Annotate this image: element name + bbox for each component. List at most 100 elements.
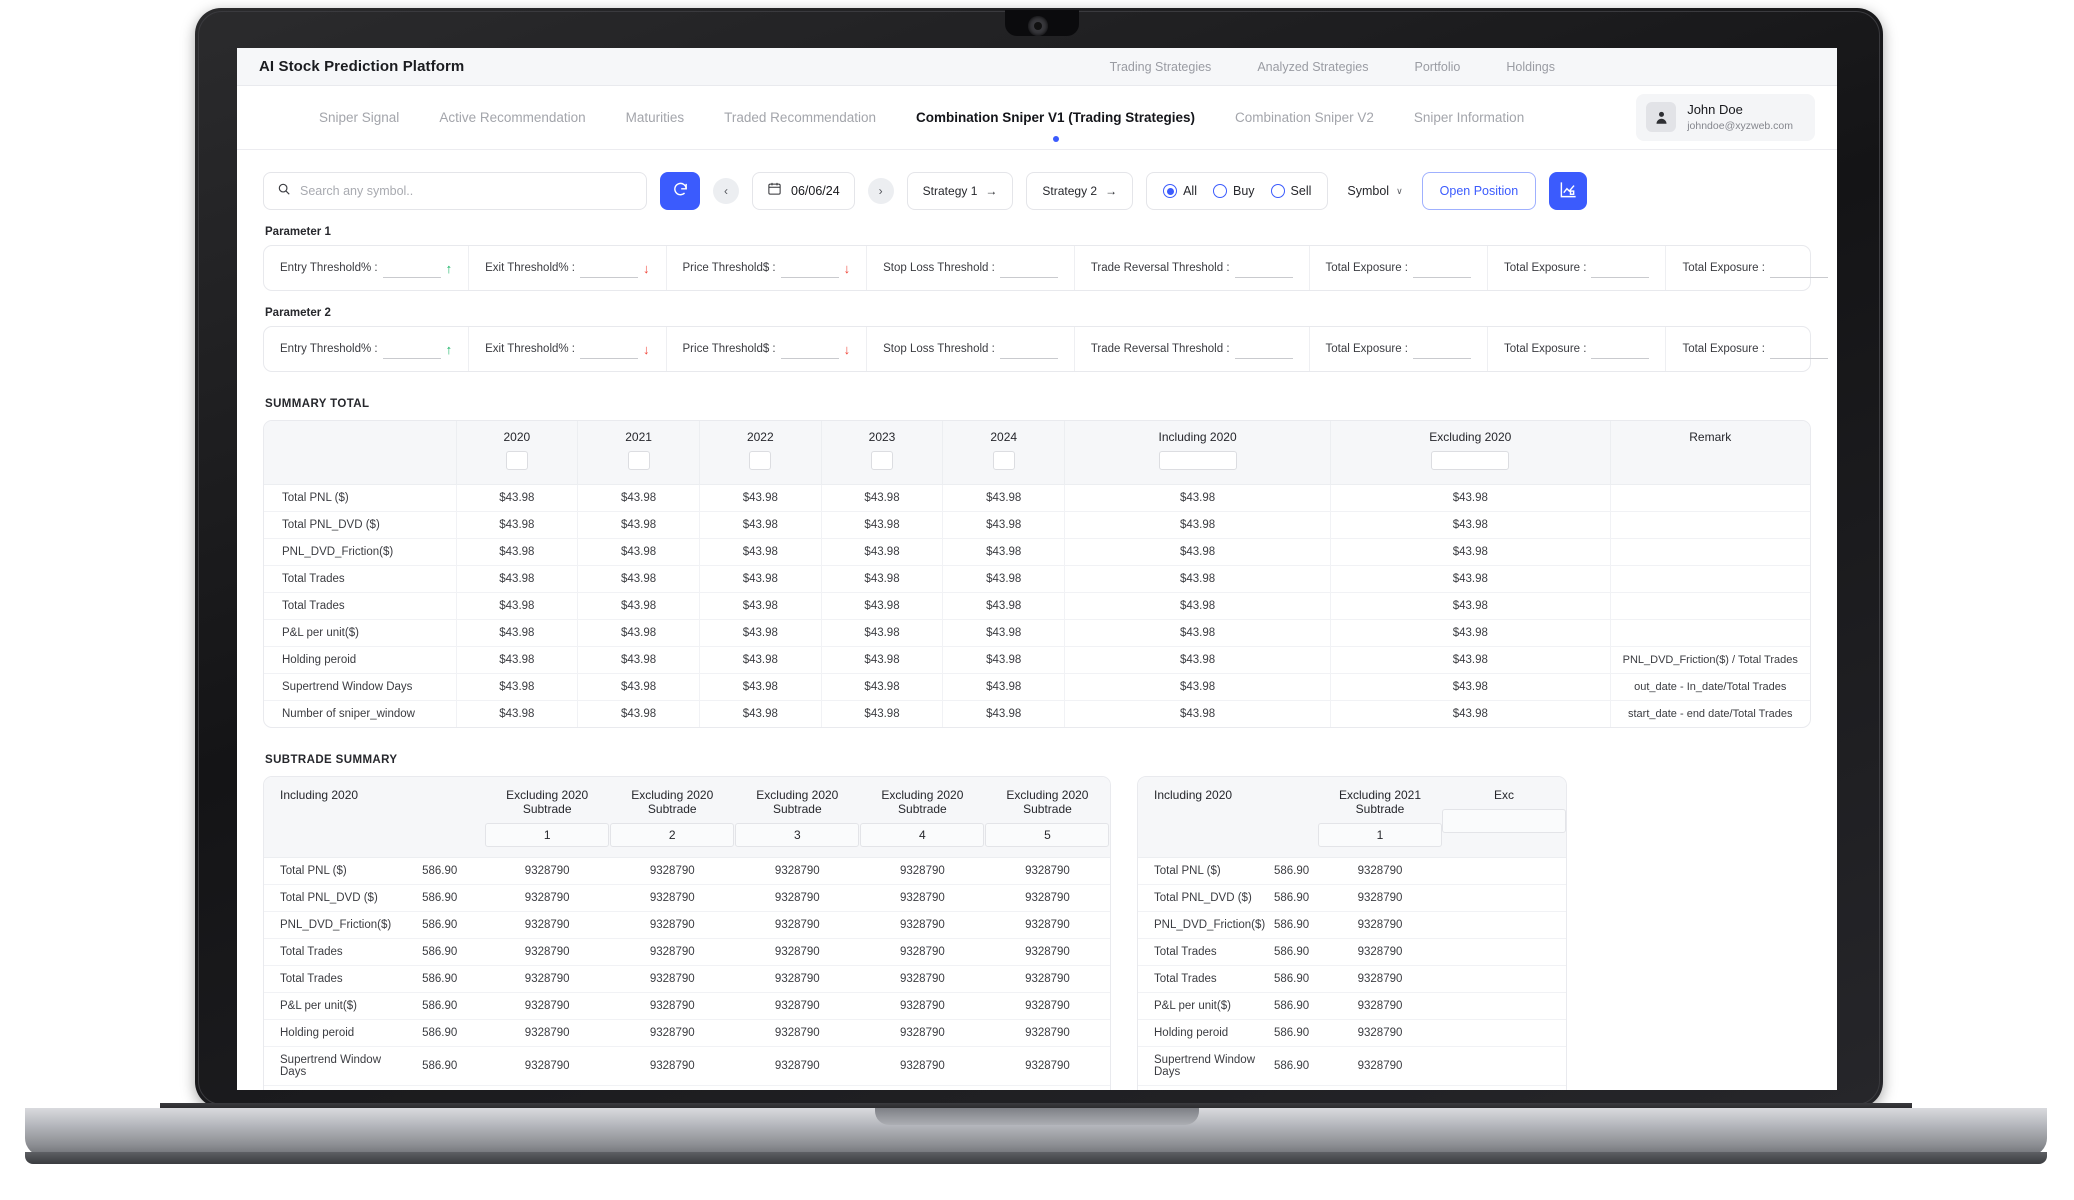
param1-total-exposure-1-input[interactable] (1412, 258, 1471, 278)
param2-total-exposure-1[interactable]: Total Exposure : (1310, 327, 1488, 371)
summary-cell: $43.98 (942, 484, 1066, 512)
subtrade-total-cell: 586.90 (1265, 911, 1318, 939)
param1-total-exposure-3-input[interactable] (1769, 258, 1828, 278)
summary-col-2020-checkbox[interactable] (505, 451, 528, 470)
search-input[interactable] (300, 184, 633, 198)
param2-total-exposure-3[interactable]: Total Exposure : (1666, 327, 1837, 371)
param1-price-threshold[interactable]: Price Threshold$ : ↓ (667, 246, 868, 290)
summary-cell: $43.98 (456, 673, 579, 701)
radio-buy[interactable]: Buy (1212, 184, 1255, 198)
param2-entry-threshold[interactable]: Entry Threshold% : ↑ (264, 327, 470, 371)
subtrade-1-col-5-numberbox[interactable]: 5 (985, 823, 1110, 847)
subtrade-2-col-1-numberbox[interactable]: 1 (1318, 823, 1442, 847)
strategy-2-button[interactable]: Strategy 2 → (1026, 172, 1134, 210)
param1-exit-threshold[interactable]: Exit Threshold% : ↓ (469, 246, 667, 290)
summary-col-2023-checkbox[interactable] (871, 451, 894, 470)
param2-total-exposure-1-input[interactable] (1412, 339, 1471, 359)
param1-total-exposure-2[interactable]: Total Exposure : (1488, 246, 1667, 290)
param2-trade-reversal-threshold-input[interactable] (1234, 339, 1293, 359)
user-profile[interactable]: John Doe johndoe@xyzweb.com (1636, 94, 1815, 141)
search-icon (277, 182, 291, 201)
next-date-button[interactable]: › (867, 178, 894, 204)
subtrade-cell: 9328790 (860, 1086, 985, 1091)
param1-total-exposure-1[interactable]: Total Exposure : (1310, 246, 1488, 290)
chart-view-button[interactable] (1549, 172, 1588, 210)
subtrade-head-1: Including 2020 Excluding 2020 Subtrade 1… (264, 777, 1110, 858)
tab-combination-sniper-v1[interactable]: Combination Sniper V1 (Trading Strategie… (914, 106, 1197, 142)
tab-combination-sniper-v2[interactable]: Combination Sniper V2 (1233, 106, 1376, 129)
tab-sniper-information[interactable]: Sniper Information (1412, 106, 1526, 129)
subtrade-1-col-3-numberbox[interactable]: 3 (735, 823, 860, 847)
summary-col-2022-checkbox[interactable] (749, 451, 772, 470)
table-row: Total PNL_DVD ($) 586.90 9328790 (1138, 884, 1566, 912)
param2-stop-loss-threshold-input[interactable] (999, 339, 1058, 359)
param1-entry-threshold[interactable]: Entry Threshold% : ↑ (264, 246, 470, 290)
tab-sniper-signal[interactable]: Sniper Signal (317, 106, 401, 129)
tab-traded-recommendation[interactable]: Traded Recommendation (722, 106, 878, 129)
date-picker[interactable]: 06/06/24 (752, 172, 855, 210)
tab-maturities[interactable]: Maturities (624, 106, 687, 129)
table-row: Total Trades 586.90 9328790 9328790 9328790 9… (264, 965, 1110, 993)
summary-col-2021-checkbox[interactable] (627, 451, 650, 470)
param1-exit-threshold-input[interactable] (580, 258, 639, 278)
subtrade-cell-truncated (1442, 1019, 1566, 1047)
param2-price-threshold[interactable]: Price Threshold$ : ↓ (667, 327, 868, 371)
header-nav-analyzed-strategies[interactable]: Analyzed Strategies (1257, 60, 1368, 74)
strategy-1-button[interactable]: Strategy 1 → (906, 172, 1014, 210)
summary-cell: $43.98 (699, 700, 822, 727)
subtrade-1-col-1-numberbox[interactable]: 1 (485, 823, 610, 847)
summary-col-2024-checkbox[interactable] (992, 451, 1015, 470)
param2-entry-threshold-input[interactable] (382, 339, 441, 359)
open-position-button[interactable]: Open Position (1421, 172, 1537, 210)
subtrade-cell: 9328790 (984, 938, 1110, 966)
subtrade-2-col-2-numberbox[interactable] (1442, 809, 1566, 833)
param2-total-exposure-3-input[interactable] (1769, 339, 1828, 359)
param1-stop-loss-threshold-input[interactable] (999, 258, 1058, 278)
param2-trade-reversal-threshold[interactable]: Trade Reversal Threshold : (1075, 327, 1310, 371)
subtrade-cell: 9328790 (984, 965, 1110, 993)
summary-col-excluding-2020-input[interactable] (1431, 451, 1510, 470)
summary-remark-cell (1610, 619, 1810, 647)
header-nav-portfolio[interactable]: Portfolio (1415, 60, 1461, 74)
header-nav-holdings[interactable]: Holdings (1506, 60, 1555, 74)
param2-exit-threshold-input[interactable] (580, 339, 639, 359)
tab-combination-sniper-v1-label: Combination Sniper V1 (Trading Strategie… (916, 110, 1196, 125)
summary-cell: $43.98 (577, 565, 700, 593)
param1-trade-reversal-threshold[interactable]: Trade Reversal Threshold : (1075, 246, 1310, 290)
param2-total-exposure-2[interactable]: Total Exposure : (1488, 327, 1667, 371)
radio-sell[interactable]: Sell (1270, 184, 1311, 198)
summary-cell: $43.98 (1064, 511, 1332, 539)
webcam-icon (1028, 16, 1048, 36)
summary-cell: $43.98 (456, 565, 579, 593)
subtrade-body-1: Total PNL ($) 586.90 9328790 9328790 9328790… (264, 857, 1110, 1091)
param2-total-exposure-2-input[interactable] (1591, 339, 1650, 359)
subtrade-row-label: Supertrend Window Days (1138, 1046, 1266, 1086)
param1-trade-reversal-threshold-input[interactable] (1234, 258, 1293, 278)
radio-all[interactable]: All (1163, 184, 1197, 198)
summary-row-label: Total Trades (264, 565, 457, 593)
symbol-dropdown[interactable]: Symbol ∨ (1341, 184, 1408, 198)
param1-price-threshold-input[interactable] (780, 258, 839, 278)
subtrade-cell: 9328790 (734, 1019, 860, 1047)
param1-total-exposure-3[interactable]: Total Exposure : (1666, 246, 1837, 290)
param1-stop-loss-threshold[interactable]: Stop Loss Threshold : (867, 246, 1075, 290)
param1-total-exposure-2-input[interactable] (1591, 258, 1650, 278)
summary-col-including-2020-input[interactable] (1158, 451, 1237, 470)
param2-price-threshold-input[interactable] (780, 339, 839, 359)
previous-date-button[interactable]: ‹ (713, 178, 739, 204)
profile-email: johndoe@xyzweb.com (1687, 119, 1793, 132)
header-nav-trading-strategies[interactable]: Trading Strategies (1110, 60, 1212, 74)
subtrade-1-including-2020-label: Including 2020 (280, 788, 359, 802)
search-box[interactable] (263, 172, 647, 210)
param1-entry-threshold-input[interactable] (382, 258, 441, 278)
summary-cell: $43.98 (1330, 619, 1611, 647)
tab-active-recommendation[interactable]: Active Recommendation (437, 106, 587, 129)
param2-exit-threshold[interactable]: Exit Threshold% : ↓ (469, 327, 667, 371)
subtrade-cell: 9328790 (734, 992, 860, 1020)
summary-remark-cell (1610, 484, 1810, 512)
param2-stop-loss-threshold[interactable]: Stop Loss Threshold : (867, 327, 1075, 371)
subtrade-1-col-2-numberbox[interactable]: 2 (610, 823, 735, 847)
subtrade-1-col-4-numberbox[interactable]: 4 (860, 823, 985, 847)
subtrade-cell: 9328790 (484, 857, 610, 885)
refresh-button[interactable] (660, 172, 700, 210)
